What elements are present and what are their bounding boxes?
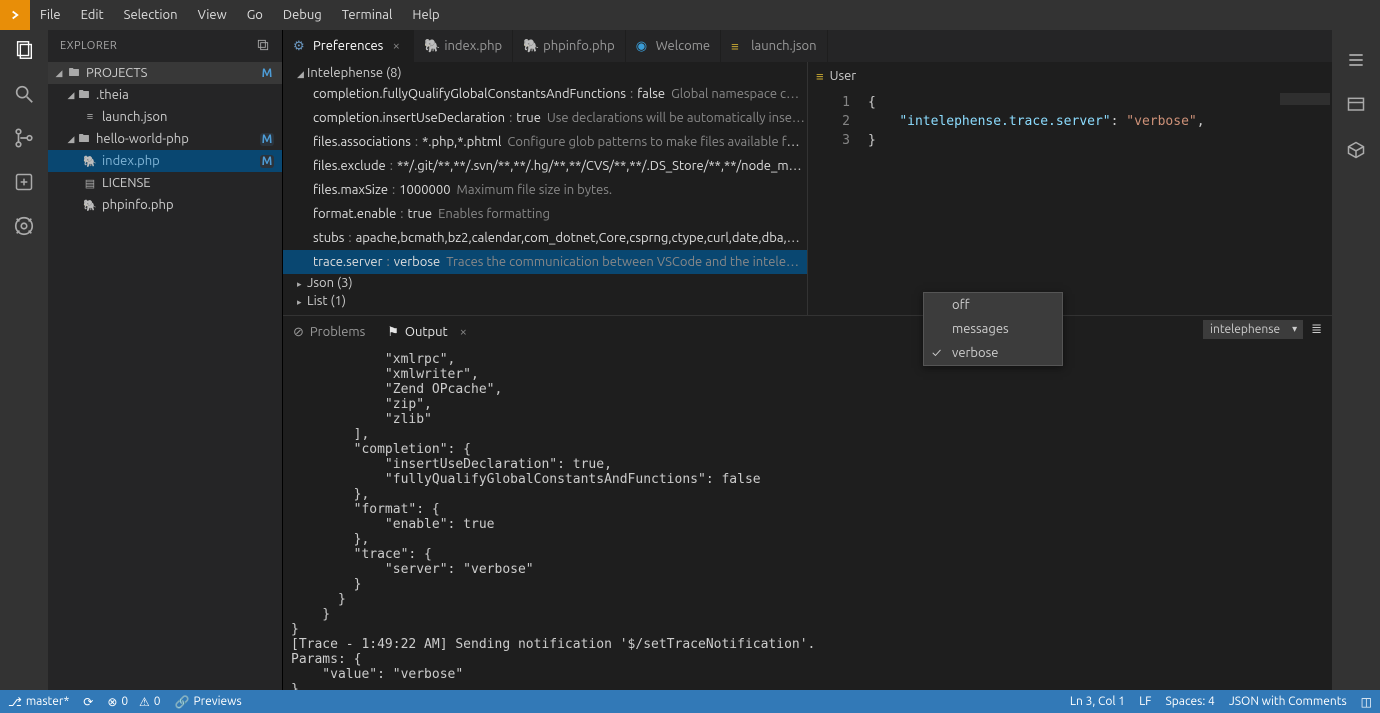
menu-help[interactable]: Help bbox=[402, 0, 449, 30]
tab-index-php[interactable]: 🐘index.php bbox=[414, 30, 513, 62]
check-icon: ✓ bbox=[932, 346, 941, 360]
clear-output-icon[interactable]: ≣ bbox=[1311, 322, 1322, 337]
link-icon: 🔗 bbox=[174, 695, 189, 709]
file-phpinfo-php[interactable]: 🐘phpinfo.php bbox=[48, 194, 282, 216]
close-icon[interactable]: × bbox=[460, 325, 467, 339]
branch-icon: ⎇ bbox=[8, 695, 22, 709]
outline-icon[interactable] bbox=[1346, 50, 1366, 73]
menu-file[interactable]: File bbox=[30, 0, 71, 30]
modified-badge: M bbox=[260, 155, 274, 168]
sidebar: EXPLORER ◢🖿PROJECTS M ◢🖿.theia ≡launch.j… bbox=[48, 30, 283, 690]
preview-icon[interactable] bbox=[1346, 95, 1366, 118]
pref-item[interactable]: files.exclude:**/.git/**,**/.svn/**,**/.… bbox=[283, 154, 807, 178]
file-index-php[interactable]: 🐘index.php M bbox=[48, 150, 282, 172]
code-editor[interactable]: 123 { "intelephense.trace.server": "verb… bbox=[808, 90, 1332, 315]
settings-editor: ≡User 123 { "intelephense.trace.server":… bbox=[808, 62, 1332, 315]
menubar: File Edit Selection View Go Debug Termin… bbox=[0, 0, 1380, 30]
pref-item[interactable]: stubs:apache,bcmath,bz2,calendar,com_dot… bbox=[283, 226, 807, 250]
dropdown-option-verbose[interactable]: ✓verbose bbox=[924, 341, 1062, 365]
output-content[interactable]: "xmlrpc", "xmlwriter", "Zend OPcache", "… bbox=[283, 348, 1332, 690]
status-bar: ⎇master* ⟳ ⊗0 ⚠0 🔗Previews Ln 3, Col 1 L… bbox=[0, 690, 1380, 713]
indent-indicator[interactable]: Spaces: 4 bbox=[1165, 695, 1214, 708]
minimap[interactable] bbox=[1280, 93, 1330, 133]
dropdown-option-messages[interactable]: messages bbox=[924, 317, 1062, 341]
modified-badge: M bbox=[260, 133, 274, 146]
pref-section-list[interactable]: ▸List (1) bbox=[283, 292, 807, 310]
settings-scope-user[interactable]: ≡User bbox=[816, 69, 856, 84]
file-tree: ◢🖿PROJECTS M ◢🖿.theia ≡launch.json ◢🖿hel… bbox=[48, 62, 282, 690]
menu-selection[interactable]: Selection bbox=[114, 0, 188, 30]
tab-launch-json[interactable]: ≡launch.json bbox=[721, 30, 827, 62]
menu-go[interactable]: Go bbox=[237, 0, 273, 30]
menu-debug[interactable]: Debug bbox=[273, 0, 332, 30]
app-logo bbox=[0, 0, 30, 30]
pref-item[interactable]: files.maxSize:1000000Maximum file size i… bbox=[283, 178, 807, 202]
modified-badge: M bbox=[260, 67, 274, 80]
menu-terminal[interactable]: Terminal bbox=[332, 0, 403, 30]
feedback-icon[interactable]: ◫ bbox=[1361, 695, 1372, 709]
editor-tabbar: ⚙Preferences× 🐘index.php 🐘phpinfo.php ◉W… bbox=[283, 30, 1332, 62]
panel-tab-problems[interactable]: ⊘Problems bbox=[293, 325, 365, 340]
bottom-panel: ⊘Problems ⚑Output× intelephense ≣ "xmlrp… bbox=[283, 315, 1332, 690]
pref-item[interactable]: format.enable:trueEnables formatting bbox=[283, 202, 807, 226]
tab-preferences[interactable]: ⚙Preferences× bbox=[283, 30, 414, 62]
extensions-icon[interactable] bbox=[12, 170, 36, 194]
pref-item[interactable]: files.associations:*.php,*.phtmlConfigur… bbox=[283, 130, 807, 154]
warning-icon: ⚠ bbox=[139, 695, 150, 709]
problems-status[interactable]: ⊗0 ⚠0 bbox=[107, 695, 160, 709]
cursor-position[interactable]: Ln 3, Col 1 bbox=[1070, 695, 1125, 708]
panel-tab-output[interactable]: ⚑Output× bbox=[387, 325, 467, 340]
tab-welcome[interactable]: ◉Welcome bbox=[626, 30, 721, 62]
error-icon: ⊗ bbox=[107, 695, 117, 709]
pref-section-json[interactable]: ▸Json (3) bbox=[283, 274, 807, 292]
eol-indicator[interactable]: LF bbox=[1139, 695, 1151, 708]
sync-button[interactable]: ⟳ bbox=[83, 695, 93, 709]
menu-edit[interactable]: Edit bbox=[71, 0, 114, 30]
menu-view[interactable]: View bbox=[188, 0, 237, 30]
previews-status[interactable]: 🔗Previews bbox=[174, 695, 241, 709]
sync-icon: ⟳ bbox=[83, 695, 93, 709]
close-icon[interactable]: × bbox=[389, 39, 403, 53]
git-branch[interactable]: ⎇master* bbox=[8, 695, 69, 709]
value-dropdown: off messages ✓verbose bbox=[923, 292, 1063, 366]
flag-icon: ⚑ bbox=[387, 325, 399, 340]
activity-bar-right bbox=[1332, 30, 1380, 690]
package-icon[interactable] bbox=[1346, 140, 1366, 163]
search-icon[interactable] bbox=[12, 82, 36, 106]
file-license[interactable]: ▤LICENSE bbox=[48, 172, 282, 194]
sidebar-header: EXPLORER bbox=[48, 30, 282, 62]
warning-icon: ⊘ bbox=[293, 325, 304, 340]
tab-phpinfo-php[interactable]: 🐘phpinfo.php bbox=[513, 30, 626, 62]
pref-item[interactable]: completion.insertUseDeclaration:trueUse … bbox=[283, 106, 807, 130]
language-mode[interactable]: JSON with Comments bbox=[1229, 695, 1347, 708]
pref-item-trace-server[interactable]: trace.server:verboseTraces the communica… bbox=[283, 250, 807, 274]
editor-area: ⚙Preferences× 🐘index.php 🐘phpinfo.php ◉W… bbox=[283, 30, 1332, 690]
explorer-icon[interactable] bbox=[12, 38, 36, 62]
code-content: { "intelephense.trace.server": "verbose"… bbox=[868, 90, 1332, 150]
pref-section-intelephense[interactable]: ◢Intelephense (8) bbox=[283, 64, 807, 82]
preferences-list: ◢Intelephense (8) completion.fullyQualif… bbox=[283, 62, 808, 315]
projects-root[interactable]: ◢🖿PROJECTS M bbox=[48, 62, 282, 84]
dropdown-option-off[interactable]: off bbox=[924, 293, 1062, 317]
debug-icon[interactable] bbox=[12, 214, 36, 238]
line-gutter: 123 bbox=[808, 90, 868, 150]
folder-hello-world[interactable]: ◢🖿hello-world-php M bbox=[48, 128, 282, 150]
source-control-icon[interactable] bbox=[12, 126, 36, 150]
pref-item[interactable]: completion.fullyQualifyGlobalConstantsAn… bbox=[283, 82, 807, 106]
collapse-icon[interactable] bbox=[256, 38, 270, 55]
panel-tabbar: ⊘Problems ⚑Output× intelephense ≣ bbox=[283, 316, 1332, 348]
file-launch-json[interactable]: ≡launch.json bbox=[48, 106, 282, 128]
activity-bar-left bbox=[0, 30, 48, 690]
folder-theia[interactable]: ◢🖿.theia bbox=[48, 84, 282, 106]
output-channel-select[interactable]: intelephense bbox=[1203, 320, 1303, 339]
explorer-title: EXPLORER bbox=[60, 40, 117, 52]
